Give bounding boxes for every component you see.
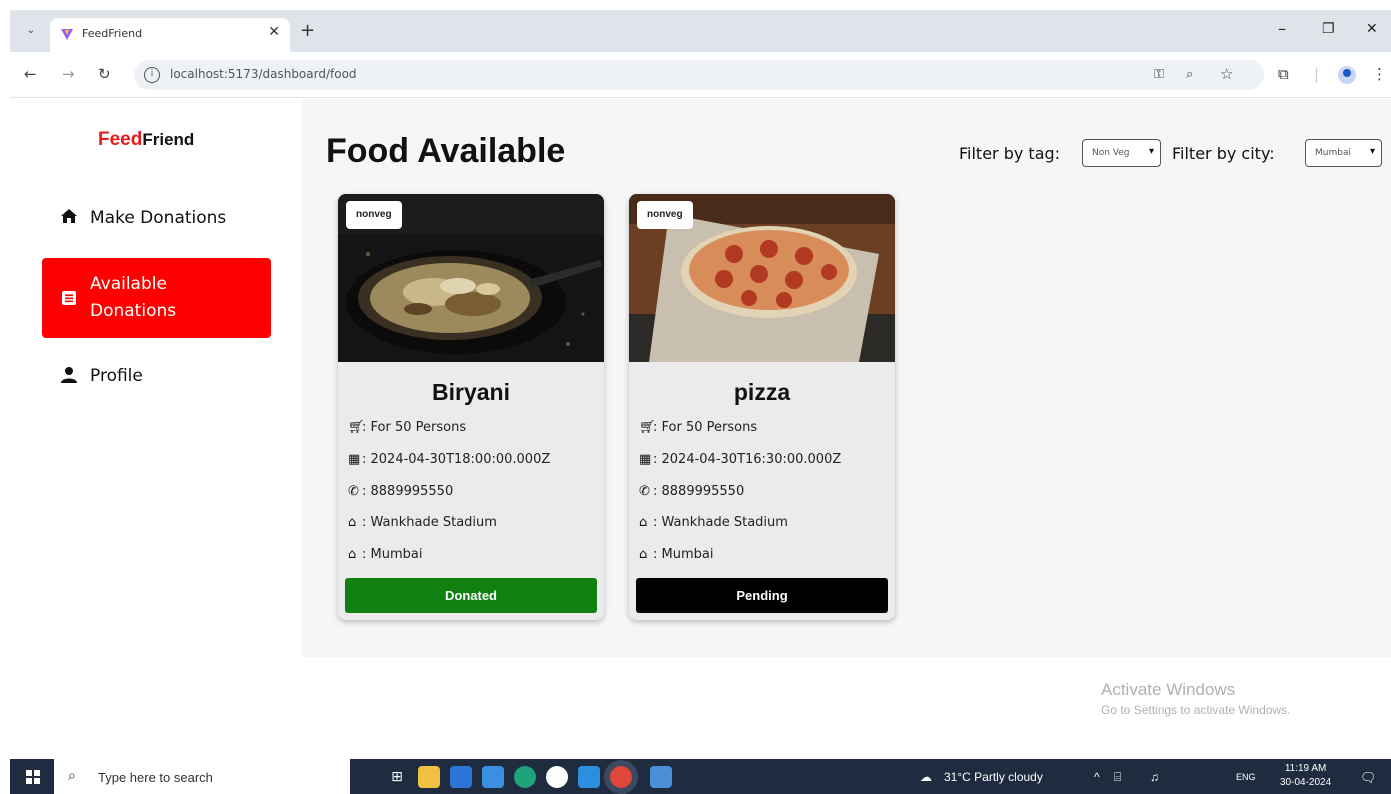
datetime-info: ▦: 2024-04-30T16:30:00.000Z [639, 452, 842, 467]
bookmark-star-icon[interactable]: ☆ [1220, 65, 1233, 83]
browser-toolbar: ← → ↻ i localhost:5173/dashboard/food ⚿ … [10, 52, 1391, 98]
edge-browser-icon[interactable] [514, 766, 536, 788]
home-icon [61, 209, 77, 223]
photos-icon[interactable] [650, 766, 672, 788]
taskbar-search-box[interactable]: ⌕ Type here to search [54, 759, 350, 794]
persons-info: 🛒︎: For 50 Persons [348, 420, 467, 435]
tray-chevron-up-icon[interactable]: ^ [1094, 770, 1100, 784]
phone-info: ✆: 8889995550 [348, 484, 454, 499]
password-key-icon[interactable]: ⚿ [1154, 67, 1164, 82]
close-window-button[interactable]: ✕ [1366, 20, 1378, 38]
home-icon: ⌂ [639, 547, 648, 562]
notifications-icon[interactable]: 🗨︎ [1360, 770, 1377, 786]
user-icon [61, 367, 77, 383]
language-indicator[interactable]: ENG [1236, 772, 1256, 782]
network-icon[interactable]: ⌸ [1114, 770, 1121, 785]
persons-info: 🛒︎: For 50 Persons [639, 420, 758, 435]
volume-icon[interactable]: ♫ [1150, 770, 1159, 784]
food-tag-badge: nonveg [346, 201, 402, 229]
activate-windows-watermark: Activate Windows Go to Settings to activ… [1101, 680, 1291, 717]
cart-icon: 🛒︎ [348, 420, 365, 435]
browser-tab-bar: ⌄ FeedFriend ✕ + – ❐ ✕ [10, 10, 1391, 52]
menu-dots-icon[interactable]: ⋮ [1372, 65, 1387, 83]
datetime-info: ▦: 2024-04-30T18:00:00.000Z [348, 452, 551, 467]
sidebar: FeedFriend Make Donations Available Dona… [10, 99, 302, 759]
home-icon: ⌂ [348, 547, 357, 562]
task-view-icon[interactable]: ⊞ [386, 766, 408, 788]
home-icon: ⌂ [639, 515, 648, 530]
calculator-icon[interactable] [450, 766, 472, 788]
mail-icon[interactable] [482, 766, 504, 788]
browser-tab[interactable]: FeedFriend ✕ [50, 18, 290, 52]
restore-button[interactable]: ❐ [1322, 20, 1335, 38]
windows-start-icon[interactable] [26, 770, 40, 784]
phone-info: ✆: 8889995550 [639, 484, 745, 499]
tab-search-chevron-icon[interactable]: ⌄ [22, 22, 40, 40]
vscode-icon[interactable] [578, 766, 600, 788]
minimize-button[interactable]: – [1278, 20, 1286, 38]
toolbar-divider: | [1314, 65, 1320, 83]
new-tab-button[interactable]: + [300, 22, 315, 40]
file-explorer-icon[interactable] [418, 766, 440, 788]
chevron-down-icon: ▾ [1369, 146, 1375, 157]
zoom-icon[interactable]: ⌕ [1186, 67, 1193, 82]
city-info: ⌂: Mumbai [348, 547, 423, 562]
food-tag-badge: nonveg [637, 201, 693, 229]
food-title: Biryani [432, 379, 510, 405]
city-info: ⌂: Mumbai [639, 547, 714, 562]
sidebar-item-available-donations[interactable]: Available Donations [42, 258, 271, 338]
tab-close-icon[interactable]: ✕ [268, 24, 280, 40]
home-icon: ⌂ [348, 515, 357, 530]
profile-avatar-icon[interactable] [1338, 66, 1356, 84]
page-title: Food Available [326, 132, 566, 170]
weather-icon[interactable]: ☁ [920, 770, 932, 784]
tab-title: FeedFriend [82, 27, 143, 40]
filter-city-select[interactable]: Mumbai ▾ [1305, 139, 1382, 167]
food-card[interactable]: nonveg pizza 🛒︎: For 50 Persons ▦: 2024-… [629, 194, 895, 620]
chevron-down-icon: ▾ [1148, 146, 1154, 157]
app-page: FeedFriend Make Donations Available Dona… [10, 99, 1391, 759]
filter-tag-select[interactable]: Non Veg ▾ [1082, 139, 1161, 167]
search-icon: ⌕ [68, 768, 76, 784]
app-logo[interactable]: FeedFriend [98, 129, 194, 151]
donated-status-button[interactable]: Donated [345, 578, 597, 613]
cart-icon: 🛒︎ [639, 420, 656, 435]
filter-tag-label: Filter by tag: [959, 144, 1061, 163]
main-content: Food Available Filter by tag: Non Veg ▾ … [302, 99, 1391, 657]
extensions-icon[interactable]: ⧉ [1278, 65, 1289, 83]
vite-favicon-icon [61, 29, 73, 40]
weather-text[interactable]: 31°C Partly cloudy [944, 770, 1043, 784]
phone-icon: ✆ [348, 484, 359, 499]
food-card[interactable]: nonveg Biryani 🛒︎: For 50 Persons ▦: 202… [338, 194, 604, 620]
location-info: ⌂: Wankhade Stadium [348, 515, 497, 530]
calendar-icon: ▦ [348, 452, 361, 467]
url-text: localhost:5173/dashboard/food [170, 67, 357, 81]
site-info-icon[interactable]: i [144, 67, 160, 83]
pending-status-button[interactable]: Pending [636, 578, 888, 613]
food-title: pizza [733, 379, 791, 405]
sidebar-item-make-donations[interactable]: Make Donations [42, 189, 271, 249]
phone-icon: ✆ [639, 484, 650, 499]
location-info: ⌂: Wankhade Stadium [639, 515, 788, 530]
opera-icon[interactable] [546, 766, 568, 788]
reload-icon[interactable]: ↻ [98, 65, 111, 83]
chrome-icon[interactable] [610, 766, 632, 788]
taskbar-clock[interactable]: 11:19 AM 30-04-2024 [1280, 762, 1331, 790]
forward-arrow-icon[interactable]: → [62, 65, 75, 83]
back-arrow-icon[interactable]: ← [24, 65, 37, 83]
filter-city-label: Filter by city: [1172, 144, 1275, 163]
windows-taskbar: ⌕ Type here to search ⊞ ☁ 31°C Partly cl… [10, 759, 1391, 794]
sidebar-item-profile[interactable]: Profile [42, 356, 271, 401]
calendar-icon: ▦ [639, 452, 652, 467]
address-bar[interactable]: i localhost:5173/dashboard/food ⚿ ⌕ ☆ [134, 60, 1264, 90]
list-icon [62, 291, 76, 305]
